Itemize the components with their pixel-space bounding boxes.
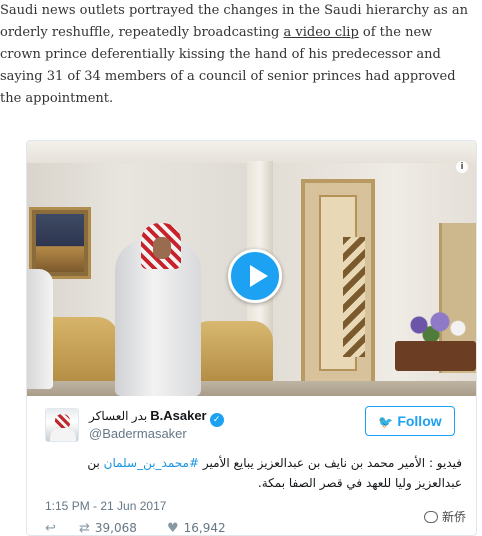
- hashtag-link[interactable]: #محمد_بن_سلمان: [104, 456, 199, 470]
- painting-canvas: [36, 214, 84, 272]
- video-scene-door: [301, 179, 375, 389]
- tweet-video[interactable]: i: [27, 141, 476, 396]
- avatar-body: [50, 428, 76, 441]
- avatar[interactable]: [45, 408, 79, 442]
- tweet-text: فيديو : الأمير محمد بن نايف بن عبدالعزيز…: [41, 453, 462, 493]
- retweet-count: 39,068: [94, 521, 137, 535]
- video-scene-person-face: [153, 237, 171, 259]
- video-scene-ceiling: [27, 141, 476, 163]
- watermark-label: 新侨: [441, 510, 466, 524]
- play-icon: [250, 265, 268, 287]
- retweet-button[interactable]: ⇄ 39,068: [79, 521, 137, 536]
- video-scene-flowers: [407, 309, 467, 341]
- info-icon[interactable]: i: [456, 161, 468, 173]
- watermark: 新侨: [419, 506, 470, 527]
- door-pattern: [343, 237, 365, 357]
- door-panel: [319, 195, 365, 371]
- follow-label: Follow: [397, 413, 442, 429]
- tweet-text-part1: فيديو : الأمير محمد بن نايف بن عبدالعزيز…: [199, 456, 462, 470]
- embedded-tweet: i بدر العساكر B.Asaker ✓ @Badermasaker 🐦 Fo…: [26, 140, 477, 536]
- reply-button[interactable]: ↩: [45, 521, 61, 536]
- like-button[interactable]: ♥ 16,942: [167, 521, 226, 536]
- author-handle[interactable]: @Badermasaker: [89, 426, 187, 441]
- verified-icon: ✓: [209, 413, 224, 427]
- author-display-name: B.Asaker: [150, 408, 207, 423]
- play-button[interactable]: [228, 249, 282, 303]
- tweet-timestamp[interactable]: 1:15 PM - 21 Jun 2017: [45, 499, 166, 513]
- retweet-icon: ⇄: [79, 521, 90, 536]
- like-count: 16,942: [183, 521, 226, 535]
- twitter-bird-icon: 🐦: [378, 415, 394, 429]
- wechat-icon: [423, 511, 438, 523]
- video-clip-link[interactable]: a video clip: [283, 25, 358, 40]
- author-arabic-name: بدر العساكر: [89, 409, 148, 423]
- author-name[interactable]: بدر العساكر B.Asaker ✓: [89, 408, 224, 427]
- article-paragraph: Saudi news outlets portrayed the changes…: [0, 0, 482, 110]
- tweet-header: بدر العساكر B.Asaker ✓ @Badermasaker 🐦 Foll…: [41, 406, 461, 444]
- video-scene-person-left: [27, 269, 53, 389]
- video-scene-table: [395, 341, 476, 371]
- video-scene-chair-right: [189, 321, 273, 383]
- heart-icon: ♥: [167, 521, 179, 536]
- reply-icon: ↩: [45, 521, 56, 536]
- follow-button[interactable]: 🐦 Follow: [365, 406, 455, 436]
- video-scene-floor: [27, 381, 476, 396]
